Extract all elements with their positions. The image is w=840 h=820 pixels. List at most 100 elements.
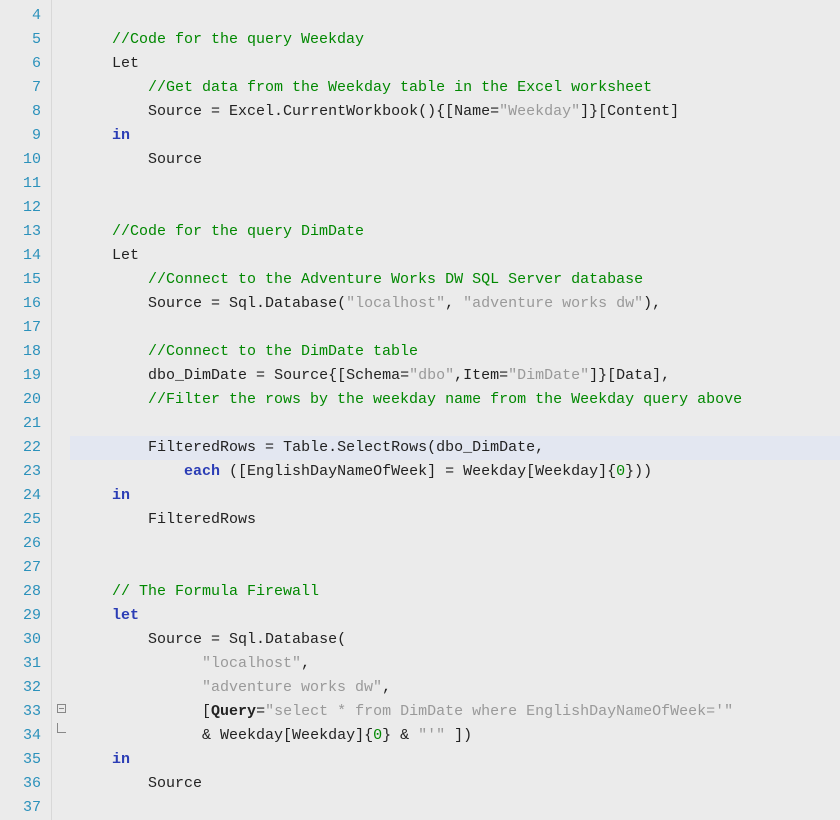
code-line[interactable]: "adventure works dw", xyxy=(76,676,840,700)
line-number: 10 xyxy=(0,148,41,172)
fold-cell xyxy=(52,292,70,316)
fold-cell xyxy=(52,436,70,460)
fold-cell xyxy=(52,52,70,76)
code-line[interactable]: "localhost", xyxy=(76,652,840,676)
line-number: 35 xyxy=(0,748,41,772)
token-num: 0 xyxy=(616,463,625,480)
code-line[interactable]: Source xyxy=(76,772,840,796)
fold-cell xyxy=(52,316,70,340)
code-line[interactable]: let xyxy=(76,604,840,628)
code-editor[interactable]: 4567891011121314151617181920212223242526… xyxy=(0,0,840,820)
token-c: //Connect to the DimDate table xyxy=(148,343,418,360)
token-kw: in xyxy=(112,487,130,504)
code-line[interactable]: & Weekday[Weekday]{0} & "'" ]) xyxy=(76,724,840,748)
code-line[interactable]: FilteredRows = Table.SelectRows(dbo_DimD… xyxy=(70,436,840,460)
token-id: Excel.CurrentWorkbook(){[Name= xyxy=(220,103,499,120)
code-line[interactable] xyxy=(76,412,840,436)
token-id xyxy=(409,727,418,744)
code-line[interactable] xyxy=(76,196,840,220)
token-id: Source xyxy=(148,775,202,792)
token-id: ]) xyxy=(445,727,472,744)
token-id: , xyxy=(445,295,463,312)
code-line[interactable]: //Get data from the Weekday table in the… xyxy=(76,76,840,100)
code-line[interactable]: Source xyxy=(76,148,840,172)
token-id: Source xyxy=(148,103,211,120)
code-line[interactable] xyxy=(76,316,840,340)
line-number: 22 xyxy=(0,436,41,460)
token-kw: in xyxy=(112,127,130,144)
line-number: 36 xyxy=(0,772,41,796)
line-number: 37 xyxy=(0,796,41,820)
token-id: Sql.Database( xyxy=(220,295,346,312)
line-number: 21 xyxy=(0,412,41,436)
fold-cell xyxy=(52,100,70,124)
token-c: //Code for the query DimDate xyxy=(112,223,364,240)
code-line[interactable] xyxy=(76,556,840,580)
fold-cell xyxy=(52,148,70,172)
code-line[interactable] xyxy=(76,532,840,556)
line-number: 26 xyxy=(0,532,41,556)
code-line[interactable]: Source = Sql.Database( xyxy=(76,628,840,652)
line-number: 23 xyxy=(0,460,41,484)
code-line[interactable]: FilteredRows xyxy=(76,508,840,532)
token-c: //Filter the rows by the weekday name fr… xyxy=(148,391,742,408)
fold-cell xyxy=(52,124,70,148)
code-line[interactable]: //Connect to the Adventure Works DW SQL … xyxy=(76,268,840,292)
token-id: ]}[Data], xyxy=(589,367,670,384)
code-line[interactable]: Let xyxy=(76,52,840,76)
line-number: 29 xyxy=(0,604,41,628)
code-line[interactable]: in xyxy=(76,484,840,508)
token-op: = xyxy=(211,631,220,648)
fold-collapse-icon[interactable] xyxy=(57,704,66,713)
line-number: 18 xyxy=(0,340,41,364)
token-s: "Weekday" xyxy=(499,103,580,120)
token-id: ([EnglishDayNameOfWeek] xyxy=(220,463,445,480)
code-line[interactable]: Source = Excel.CurrentWorkbook(){[Name="… xyxy=(76,100,840,124)
token-kw: let xyxy=(112,607,139,624)
token-id: ,Item= xyxy=(454,367,508,384)
fold-cell xyxy=(52,628,70,652)
line-number: 19 xyxy=(0,364,41,388)
line-number: 17 xyxy=(0,316,41,340)
code-line[interactable]: //Filter the rows by the weekday name fr… xyxy=(76,388,840,412)
fold-column xyxy=(52,0,70,820)
line-number: 7 xyxy=(0,76,41,100)
code-line[interactable]: Let xyxy=(76,244,840,268)
line-number-gutter: 4567891011121314151617181920212223242526… xyxy=(0,0,52,820)
line-number: 33 xyxy=(0,700,41,724)
line-number: 24 xyxy=(0,484,41,508)
fold-cell xyxy=(52,556,70,580)
code-line[interactable] xyxy=(76,796,840,820)
code-line[interactable]: in xyxy=(76,124,840,148)
token-id: FilteredRows xyxy=(148,439,265,456)
code-line[interactable] xyxy=(76,172,840,196)
token-id: Weekday[Weekday]{ xyxy=(454,463,616,480)
token-c: //Connect to the Adventure Works DW SQL … xyxy=(148,271,643,288)
token-op: = xyxy=(445,463,454,480)
line-number: 9 xyxy=(0,124,41,148)
code-line[interactable]: [Query="select * from DimDate where Engl… xyxy=(76,700,840,724)
code-line[interactable]: //Code for the query DimDate xyxy=(76,220,840,244)
token-s: "localhost" xyxy=(346,295,445,312)
code-line[interactable]: dbo_DimDate = Source{[Schema="dbo",Item=… xyxy=(76,364,840,388)
code-line[interactable]: each ([EnglishDayNameOfWeek] = Weekday[W… xyxy=(76,460,840,484)
fold-cell xyxy=(52,508,70,532)
line-number: 4 xyxy=(0,4,41,28)
line-number: 32 xyxy=(0,676,41,700)
fold-cell xyxy=(52,724,70,748)
fold-cell xyxy=(52,412,70,436)
line-number: 20 xyxy=(0,388,41,412)
code-area[interactable]: //Code for the query Weekday Let //Get d… xyxy=(70,0,840,820)
code-line[interactable]: Source = Sql.Database("localhost", "adve… xyxy=(76,292,840,316)
line-number: 8 xyxy=(0,100,41,124)
code-line[interactable]: //Connect to the DimDate table xyxy=(76,340,840,364)
token-id: , xyxy=(382,679,391,696)
token-id: , xyxy=(301,655,310,672)
fold-cell xyxy=(52,652,70,676)
code-line[interactable]: in xyxy=(76,748,840,772)
token-id: ]}[Content] xyxy=(580,103,679,120)
code-line[interactable]: // The Formula Firewall xyxy=(76,580,840,604)
code-line[interactable]: //Code for the query Weekday xyxy=(76,28,840,52)
fold-cell xyxy=(52,364,70,388)
code-line[interactable] xyxy=(76,4,840,28)
